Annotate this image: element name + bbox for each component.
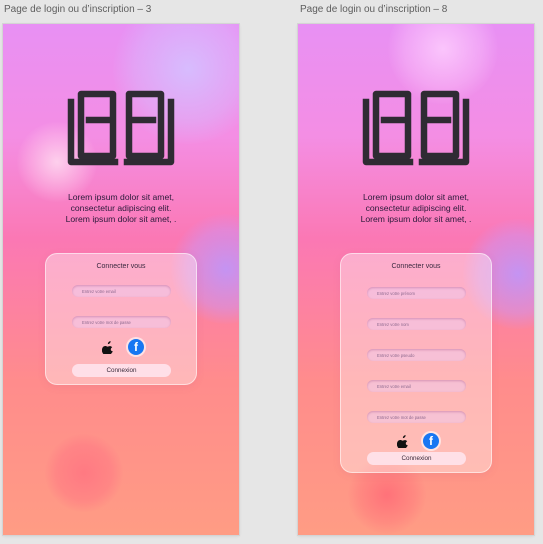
username-field[interactable]: [367, 349, 466, 361]
book-logo-icon: [362, 90, 470, 166]
login-button[interactable]: Connexion: [72, 364, 171, 377]
artboard-title: Page de login ou d’inscription – 3: [4, 4, 152, 15]
tagline: Lorem ipsum dolor sit amet, consectetur …: [3, 192, 239, 225]
last-name-field[interactable]: [367, 318, 466, 330]
apple-icon[interactable]: [396, 434, 408, 448]
password-field[interactable]: [72, 316, 171, 328]
apple-icon: [396, 434, 408, 448]
first-name-field[interactable]: [367, 287, 466, 299]
tagline-line: Lorem ipsum dolor sit amet,: [67, 192, 175, 202]
artboard-title: Page de login ou d’inscription – 8: [300, 4, 448, 15]
login-card: Connecter vous f Connexion: [45, 253, 197, 385]
login-artboard: Lorem ipsum dolor sit amet, consectetur …: [3, 24, 239, 535]
password-field[interactable]: [367, 411, 466, 423]
facebook-icon[interactable]: f: [128, 339, 144, 355]
apple-icon[interactable]: [101, 340, 113, 354]
tagline-line: Lorem ipsum dolor sit amet, .: [65, 214, 177, 224]
book-logo-icon: [67, 90, 175, 166]
tagline: Lorem ipsum dolor sit amet, consectetur …: [298, 192, 534, 225]
tagline-line: consectetur adipiscing elit.: [365, 203, 467, 213]
facebook-icon[interactable]: f: [423, 433, 439, 449]
signup-button[interactable]: Connexion: [367, 452, 466, 465]
apple-icon: [101, 340, 113, 354]
tagline-line: Lorem ipsum dolor sit amet, .: [360, 214, 472, 224]
tagline-line: consectetur adipiscing elit.: [70, 203, 172, 213]
signup-card: Connecter vous f Connexion: [340, 253, 492, 473]
tagline-line: Lorem ipsum dolor sit amet,: [362, 192, 470, 202]
card-title: Connecter vous: [96, 263, 146, 270]
email-field[interactable]: [367, 380, 466, 392]
card-title: Connecter vous: [391, 263, 441, 270]
signup-artboard: Lorem ipsum dolor sit amet, consectetur …: [298, 24, 534, 535]
email-field[interactable]: [72, 285, 171, 297]
background-blob: [45, 434, 123, 512]
